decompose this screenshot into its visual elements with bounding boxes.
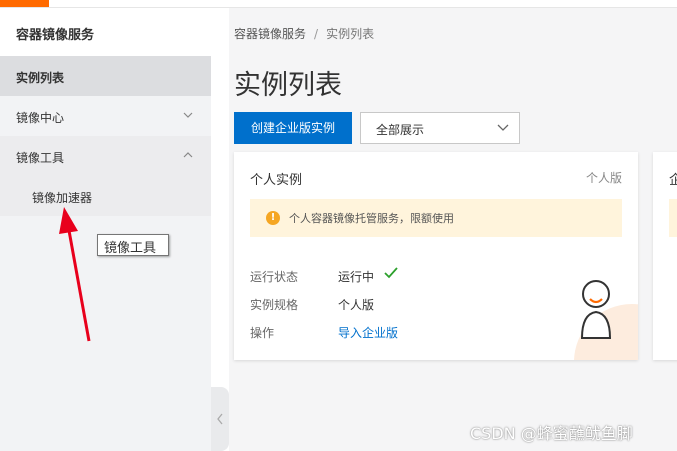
- breadcrumb-current: 实例列表: [326, 27, 375, 41]
- watermark: CSDN @蜂蜜蘸鱿鱼脚: [470, 424, 633, 443]
- sidebar-item-label: 镜像加速器: [32, 191, 93, 205]
- warning-icon: !: [266, 211, 280, 225]
- main-content: 容器镜像服务 / 实例列表 实例列表 创建企业版实例 全部展示 个人实例 个人版 !…: [229, 8, 677, 451]
- sidebar-item-label: 镜像工具: [16, 151, 65, 165]
- status-text: 运行中: [338, 270, 375, 284]
- check-icon: [384, 267, 398, 279]
- quota-notice: ! 个人容器镜像托管服务，限额使用: [250, 199, 622, 237]
- red-arrow-annotation: [59, 207, 91, 342]
- console-page: 容器镜像服务 实例列表 镜像中心 镜像工具 镜像加速器 镜像工具 容器镜像服务 …: [0, 0, 677, 451]
- chevron-left-icon: [217, 413, 223, 425]
- mascot-illustration: [574, 280, 638, 360]
- sidebar-item-image-center[interactable]: 镜像中心: [0, 96, 211, 136]
- display-filter-select[interactable]: 全部展示: [360, 112, 520, 144]
- spec-label: 实例规格: [250, 298, 299, 312]
- top-bar: [0, 0, 677, 8]
- sidebar: 容器镜像服务 实例列表 镜像中心 镜像工具 镜像加速器: [0, 8, 211, 451]
- sidebar-item-image-accelerator[interactable]: 镜像加速器: [0, 176, 211, 216]
- edition-tag: 个人版: [585, 171, 622, 185]
- sidebar-item-image-tools[interactable]: 镜像工具: [0, 136, 211, 176]
- page-title: 实例列表: [234, 70, 342, 101]
- sidebar-item-instance-list[interactable]: 实例列表: [0, 56, 211, 96]
- card-title: 个人实例: [250, 173, 303, 188]
- status-label: 运行状态: [250, 270, 299, 284]
- personal-instance-card: 个人实例 个人版 ! 个人容器镜像托管服务，限额使用 运行状态 运行中 实例规格…: [234, 152, 638, 360]
- create-enterprise-instance-button[interactable]: 创建企业版实例: [234, 112, 352, 144]
- enterprise-instance-card: 企: [653, 152, 677, 360]
- chevron-down-icon: [497, 124, 509, 131]
- sidebar-collapse-handle[interactable]: [211, 387, 229, 451]
- sidebar-title: 容器镜像服务: [0, 8, 211, 56]
- notice-text: 个人容器镜像托管服务，限额使用: [289, 212, 454, 225]
- status-value: 运行中: [338, 267, 398, 285]
- breadcrumb-separator: /: [314, 27, 319, 41]
- breadcrumb-root[interactable]: 容器镜像服务: [234, 27, 306, 41]
- display-filter-value: 全部展示: [376, 123, 425, 137]
- tooltip: 镜像工具: [97, 234, 169, 256]
- import-enterprise-link[interactable]: 导入企业版: [338, 324, 398, 341]
- chevron-up-icon: [183, 152, 193, 158]
- sidebar-item-label: 实例列表: [16, 71, 65, 85]
- action-label: 操作: [250, 326, 275, 340]
- spec-value: 个人版: [338, 298, 375, 312]
- card-title: 企: [669, 173, 677, 188]
- quota-notice: [669, 199, 677, 237]
- breadcrumb: 容器镜像服务 / 实例列表: [234, 25, 374, 42]
- sidebar-item-label: 镜像中心: [16, 111, 65, 125]
- chevron-down-icon: [183, 112, 193, 118]
